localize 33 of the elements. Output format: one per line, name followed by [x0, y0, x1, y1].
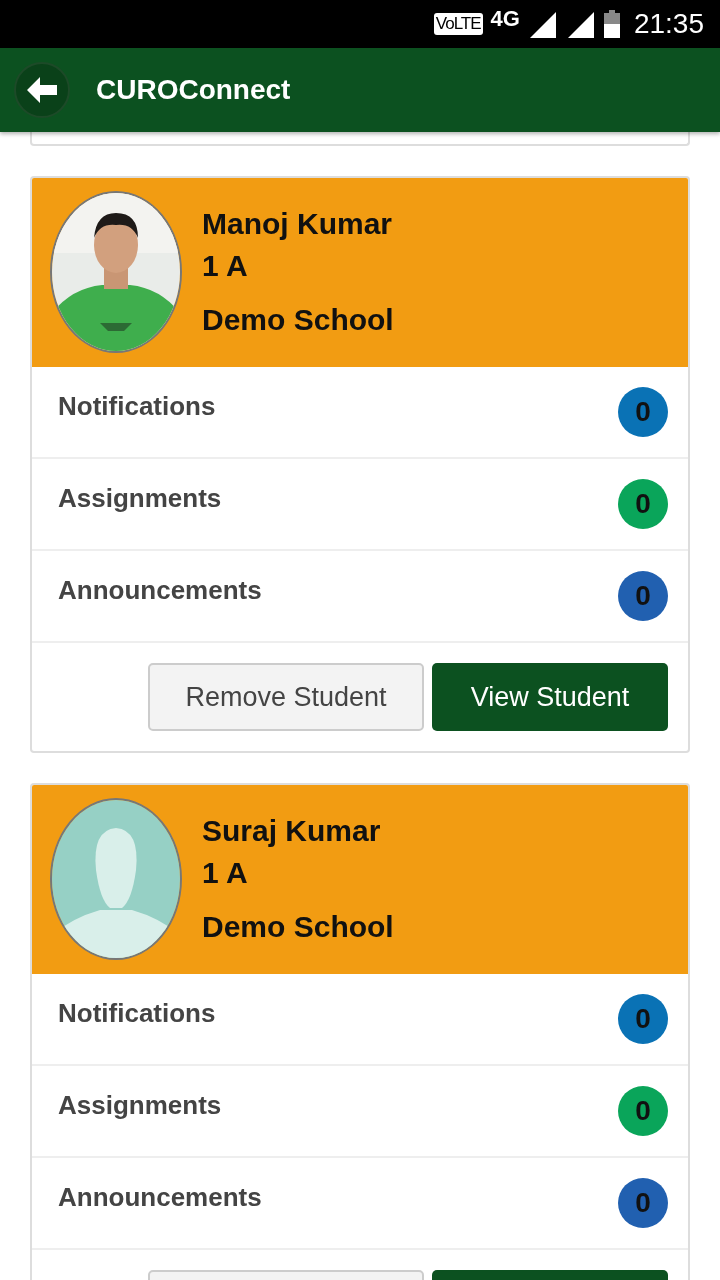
student-name: Manoj Kumar	[202, 206, 394, 241]
school-name: Demo School	[202, 909, 394, 944]
count-badge: 0	[618, 1178, 668, 1228]
count-badge: 0	[618, 994, 668, 1044]
class-label: 1 A	[202, 248, 249, 283]
counter-row[interactable]: Assignments 0	[32, 1066, 688, 1158]
count-badge: 0	[618, 387, 668, 437]
row-label: Notifications	[58, 391, 216, 422]
school-name: Demo School	[202, 302, 394, 337]
counter-row[interactable]: Announcements 0	[32, 551, 688, 643]
remove-student-button[interactable]: Remove Student	[148, 663, 424, 731]
battery-icon	[603, 10, 620, 38]
counter-row[interactable]: Notifications 0	[32, 974, 688, 1066]
back-arrow-icon	[27, 77, 57, 103]
student-name: Suraj Kumar	[202, 813, 382, 848]
app-title: CUROConnect	[96, 74, 291, 106]
class-label: 1 A	[202, 855, 249, 890]
count-badge: 0	[618, 571, 668, 621]
volte-badge: VoLTE	[433, 13, 483, 35]
row-label: Assignments	[58, 483, 222, 514]
count-badge: 0	[618, 479, 668, 529]
clock: 21:35	[633, 8, 704, 40]
row-label: Announcements	[58, 575, 262, 606]
count-badge: 0	[618, 1086, 668, 1136]
counter-row[interactable]: Announcements 0	[32, 1158, 688, 1250]
network-label: 4G	[490, 6, 520, 32]
row-label: Notifications	[58, 998, 216, 1029]
row-label: Assignments	[58, 1090, 222, 1121]
row-label: Announcements	[58, 1182, 262, 1213]
view-student-button[interactable]: View Student	[432, 663, 668, 731]
counter-row[interactable]: Assignments 0	[32, 459, 688, 551]
counter-row[interactable]: Notifications 0	[32, 367, 688, 459]
back-button[interactable]	[14, 62, 70, 118]
